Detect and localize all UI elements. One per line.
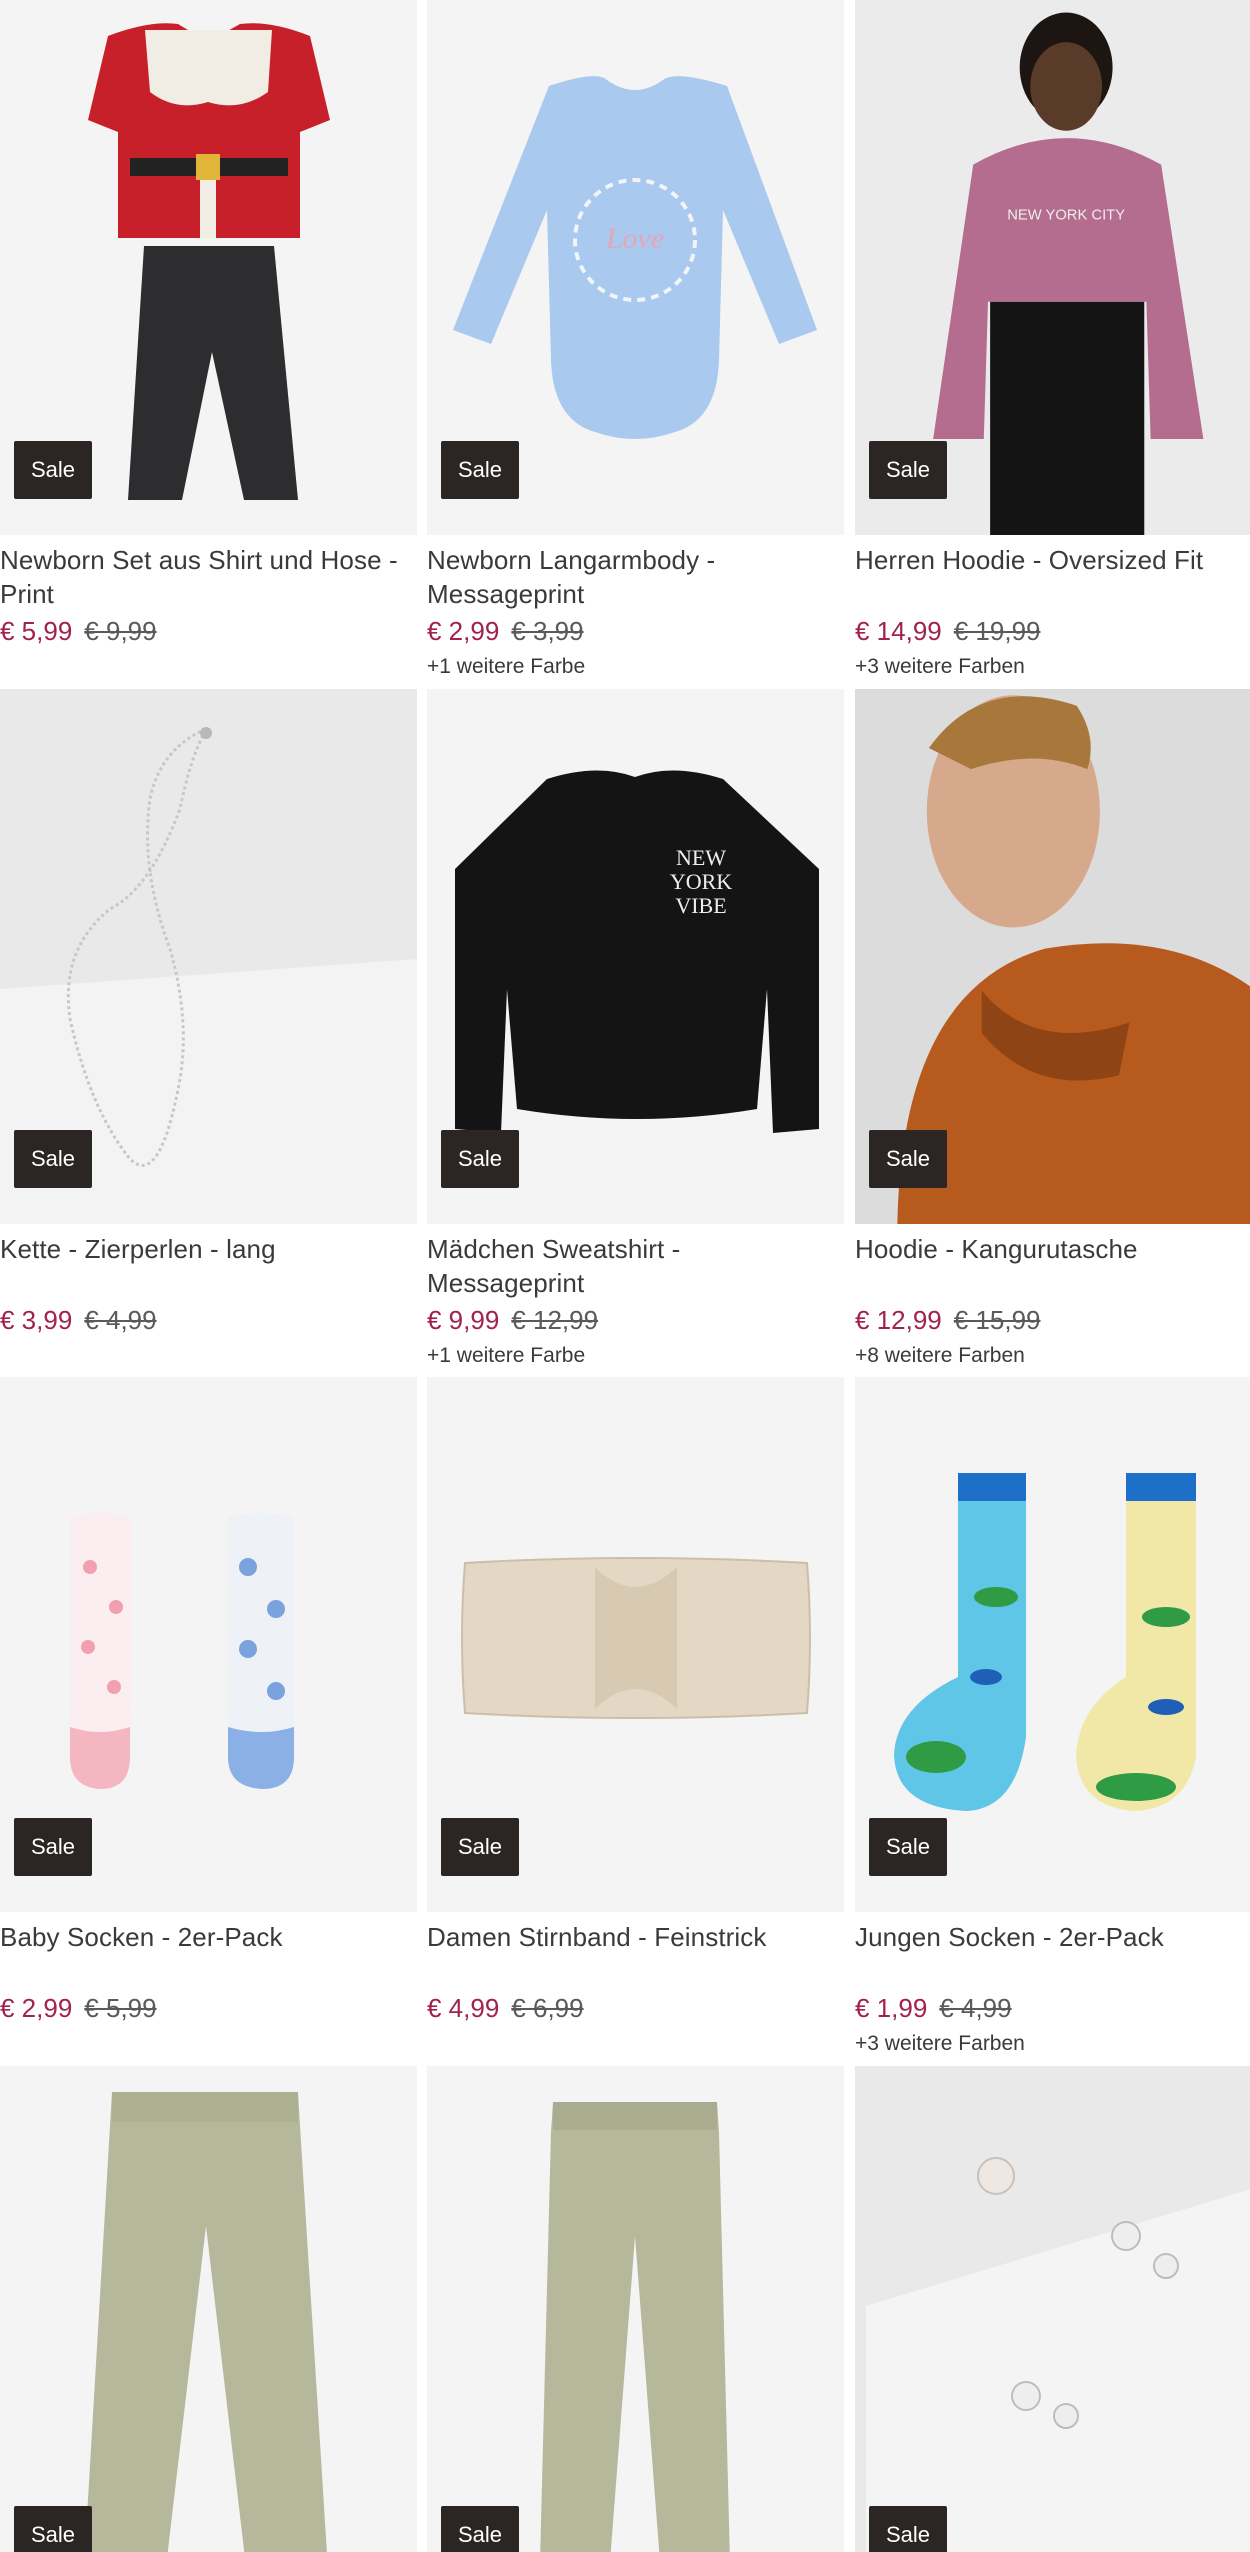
product-price: € 4,99 € 6,99: [427, 1991, 584, 2025]
original-price: € 15,99: [953, 1305, 1041, 1335]
product-title[interactable]: Jungen Socken - 2er-Pack: [855, 1920, 1250, 1954]
product-title[interactable]: Kette - Zierperlen - lang: [0, 1232, 410, 1266]
sale-badge: Sale: [869, 1130, 947, 1188]
product-price: € 3,99 € 4,99: [0, 1303, 157, 1337]
leggings-icon: [84, 2092, 327, 2552]
product-image[interactable]: Love Sale: [427, 0, 844, 535]
product-price: € 9,99 € 12,99: [427, 1303, 598, 1337]
product-title[interactable]: Herren Hoodie - Oversized Fit: [855, 543, 1250, 577]
sale-price: € 12,99: [855, 1305, 942, 1335]
sale-badge: Sale: [869, 1818, 947, 1876]
sale-price: € 4,99: [427, 1993, 500, 2023]
product-price: € 5,99 € 9,99: [0, 614, 157, 648]
product-image[interactable]: Sale: [427, 2066, 844, 2552]
product-image[interactable]: Sale: [427, 1377, 844, 1912]
product-image[interactable]: Sale: [855, 2066, 1250, 2552]
sale-price: € 3,99: [0, 1305, 73, 1335]
sale-badge: Sale: [869, 2506, 947, 2552]
more-colors[interactable]: +3 weitere Farben: [855, 2031, 1025, 2057]
product-price: € 14,99 € 19,99: [855, 614, 1041, 648]
product-image[interactable]: NEW YORK CITY Sale: [855, 0, 1250, 535]
product-title[interactable]: Baby Socken - 2er-Pack: [0, 1920, 410, 1954]
product-image[interactable]: Sale: [0, 689, 417, 1224]
svg-text:VIBE: VIBE: [675, 893, 726, 918]
sale-badge: Sale: [441, 1818, 519, 1876]
sale-badge: Sale: [14, 2506, 92, 2552]
original-price: € 12,99: [511, 1305, 599, 1335]
product-title[interactable]: Newborn Set aus Shirt und Hose - Print: [0, 543, 410, 611]
original-price: € 19,99: [953, 616, 1041, 646]
svg-text:NEW YORK CITY: NEW YORK CITY: [1007, 207, 1125, 223]
sale-badge: Sale: [14, 1818, 92, 1876]
product-image[interactable]: Sale: [855, 1377, 1250, 1912]
more-colors[interactable]: +3 weitere Farben: [855, 654, 1025, 680]
more-colors[interactable]: +1 weitere Farbe: [427, 1343, 585, 1369]
original-price: € 9,99: [84, 616, 157, 646]
product-image[interactable]: NEW YORK VIBE Sale: [427, 689, 844, 1224]
product-image[interactable]: Sale: [0, 1377, 417, 1912]
sale-price: € 1,99: [855, 1993, 928, 2023]
sale-price: € 14,99: [855, 616, 942, 646]
product-price: € 12,99 € 15,99: [855, 1303, 1041, 1337]
sale-price: € 9,99: [427, 1305, 500, 1335]
product-price: € 1,99 € 4,99: [855, 1991, 1012, 2025]
earrings-icon: [866, 2157, 1250, 2552]
sale-badge: Sale: [441, 1130, 519, 1188]
svg-text:NEW: NEW: [676, 845, 726, 870]
product-title[interactable]: Mädchen Sweatshirt - Messageprint: [427, 1232, 837, 1300]
original-price: € 6,99: [511, 1993, 584, 2023]
original-price: € 5,99: [84, 1993, 157, 2023]
product-image[interactable]: Sale: [0, 0, 417, 535]
more-colors[interactable]: +1 weitere Farbe: [427, 654, 585, 680]
sale-badge: Sale: [441, 441, 519, 499]
svg-text:Love: Love: [605, 222, 664, 255]
original-price: € 3,99: [511, 616, 584, 646]
product-title[interactable]: Hoodie - Kangurutasche: [855, 1232, 1250, 1266]
original-price: € 4,99: [84, 1305, 157, 1335]
jeggings-icon: [540, 2102, 730, 2552]
sale-price: € 5,99: [0, 616, 73, 646]
product-price: € 2,99 € 3,99: [427, 614, 584, 648]
more-colors[interactable]: +8 weitere Farben: [855, 1343, 1025, 1369]
original-price: € 4,99: [939, 1993, 1012, 2023]
product-image[interactable]: Sale: [855, 689, 1250, 1224]
sale-badge: Sale: [14, 441, 92, 499]
sale-badge: Sale: [14, 1130, 92, 1188]
sale-badge: Sale: [441, 2506, 519, 2552]
product-price: € 2,99 € 5,99: [0, 1991, 157, 2025]
sale-price: € 2,99: [0, 1993, 73, 2023]
sale-price: € 2,99: [427, 616, 500, 646]
product-image[interactable]: Sale: [0, 2066, 417, 2552]
svg-text:YORK: YORK: [670, 869, 732, 894]
product-title[interactable]: Damen Stirnband - Feinstrick: [427, 1920, 837, 1954]
product-title[interactable]: Newborn Langarmbody - Messageprint: [427, 543, 837, 611]
sale-badge: Sale: [869, 441, 947, 499]
